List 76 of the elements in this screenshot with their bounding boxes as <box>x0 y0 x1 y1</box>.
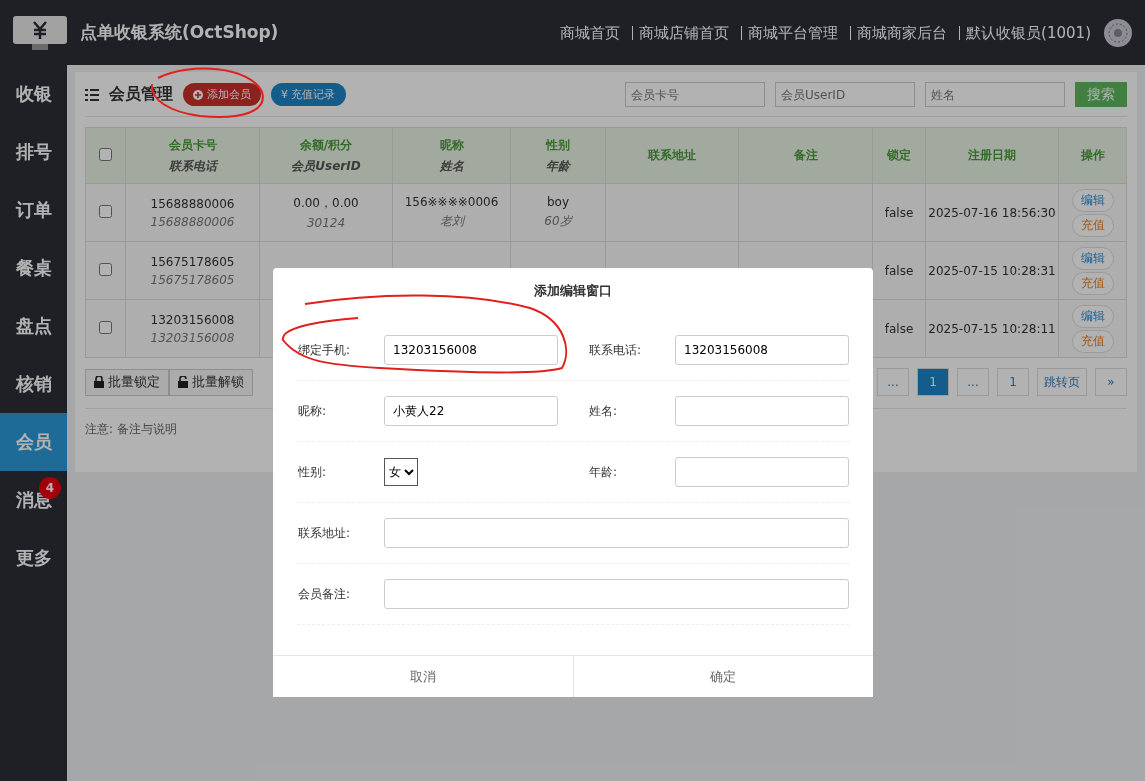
lock-icon <box>94 376 104 388</box>
table-cell: 0.00，0.00 30124 <box>259 183 393 242</box>
nav-link[interactable]: 商城店铺首页 <box>632 25 730 40</box>
confirm-button[interactable]: 确定 <box>572 656 873 697</box>
column-header: 性别 年龄 <box>510 127 606 184</box>
cash-register-icon <box>12 14 68 51</box>
table-cell: 2025-07-15 10:28:31 <box>925 241 1059 300</box>
batch-unlock-button[interactable]: 批量解锁 <box>169 368 253 396</box>
avatar-icon[interactable] <box>1103 17 1133 48</box>
table-cell: boy 60岁 <box>510 183 606 242</box>
column-header: 操作 <box>1058 127 1127 184</box>
pagination-button[interactable]: 1 <box>997 368 1029 396</box>
field-label: 会员备注: <box>297 585 352 603</box>
select-all-checkbox[interactable] <box>99 147 112 161</box>
pagination-button[interactable]: » <box>1095 368 1127 396</box>
table-cell: 2025-07-15 10:28:11 <box>925 299 1059 358</box>
input-field[interactable] <box>675 396 849 426</box>
row-checkbox[interactable] <box>99 204 112 218</box>
sidebar-item[interactable]: 订单 <box>0 181 67 239</box>
input-field[interactable] <box>384 579 849 609</box>
row-checkbox[interactable] <box>99 320 112 334</box>
search-field[interactable]: 会员卡号 <box>625 82 765 107</box>
nav-link[interactable]: 商城平台管理 <box>741 25 839 40</box>
recharge-records-button[interactable]: ¥ 充值记录 <box>271 83 346 106</box>
field-label: 联系电话: <box>588 341 643 359</box>
nav-link[interactable]: 默认收银员(1001) <box>959 25 1091 40</box>
search-field[interactable]: 会员UserID <box>775 82 915 107</box>
pagination-button[interactable]: ... <box>877 368 909 396</box>
table-cell: false <box>872 241 926 300</box>
table-cell: 2025-07-16 18:56:30 <box>925 183 1059 242</box>
table-cell: false <box>872 299 926 358</box>
pagination-button[interactable]: 跳转页 <box>1037 368 1087 396</box>
list-icon <box>85 88 99 101</box>
field-label: 年龄: <box>588 463 619 481</box>
input-field[interactable]: 13203156008 <box>675 335 849 365</box>
sidebar-item[interactable]: 餐桌 <box>0 239 67 297</box>
nav-link[interactable]: 商城首页 <box>554 25 621 40</box>
column-header: 会员卡号 联系电话 <box>125 127 260 184</box>
table-cell: 13203156008 13203156008 <box>125 299 260 358</box>
field-label: 性别: <box>297 463 328 481</box>
input-field[interactable] <box>675 457 849 487</box>
unlock-icon <box>178 376 188 388</box>
field-label: 绑定手机: <box>297 341 352 359</box>
sidebar-item[interactable]: 更多 <box>0 529 67 587</box>
app-title: 点单收银系统(OctShop) <box>80 21 280 44</box>
search-field[interactable]: 姓名 <box>925 82 1065 107</box>
column-header: 锁定 <box>872 127 926 184</box>
batch-lock-button[interactable]: 批量锁定 <box>85 368 169 396</box>
table-cell: 15688880006 15688880006 <box>125 183 260 242</box>
row-checkbox[interactable] <box>99 262 112 276</box>
table-cell: 156※※※※0006 老刘 <box>392 183 511 242</box>
input-field[interactable]: 小黄人22 <box>384 396 558 426</box>
sidebar-item[interactable]: 核销 <box>0 355 67 413</box>
column-header: 余额/积分 会员UserID <box>259 127 393 184</box>
input-field[interactable]: 13203156008 <box>384 335 558 365</box>
dialog-title: 添加编辑窗口 <box>533 282 613 300</box>
field-label: 联系地址: <box>297 524 352 542</box>
table-cell: false <box>872 183 926 242</box>
table-cell: 15675178605 15675178605 <box>125 241 260 300</box>
field-label: 昵称: <box>297 402 328 420</box>
column-header: 联系地址 <box>605 127 739 184</box>
column-header: 备注 <box>738 127 873 184</box>
sidebar-item[interactable]: 盘点 <box>0 297 67 355</box>
plus-circle-icon <box>193 89 203 100</box>
column-header: 昵称 姓名 <box>392 127 511 184</box>
note-text: 注意: 备注与说明 <box>85 421 178 438</box>
sidebar-item[interactable]: 排号 <box>0 123 67 181</box>
column-header: 注册日期 <box>925 127 1059 184</box>
pagination-button[interactable]: 1 <box>917 368 949 396</box>
pagination-button[interactable]: ... <box>957 368 989 396</box>
add-member-button[interactable]: 添加会员 <box>183 83 261 106</box>
gender-select[interactable]: 女 <box>384 458 418 486</box>
sidebar-item[interactable]: 收银 <box>0 65 67 123</box>
nav-link[interactable]: 商城商家后台 <box>850 25 948 40</box>
input-field[interactable] <box>384 518 849 548</box>
field-label: 姓名: <box>588 402 619 420</box>
